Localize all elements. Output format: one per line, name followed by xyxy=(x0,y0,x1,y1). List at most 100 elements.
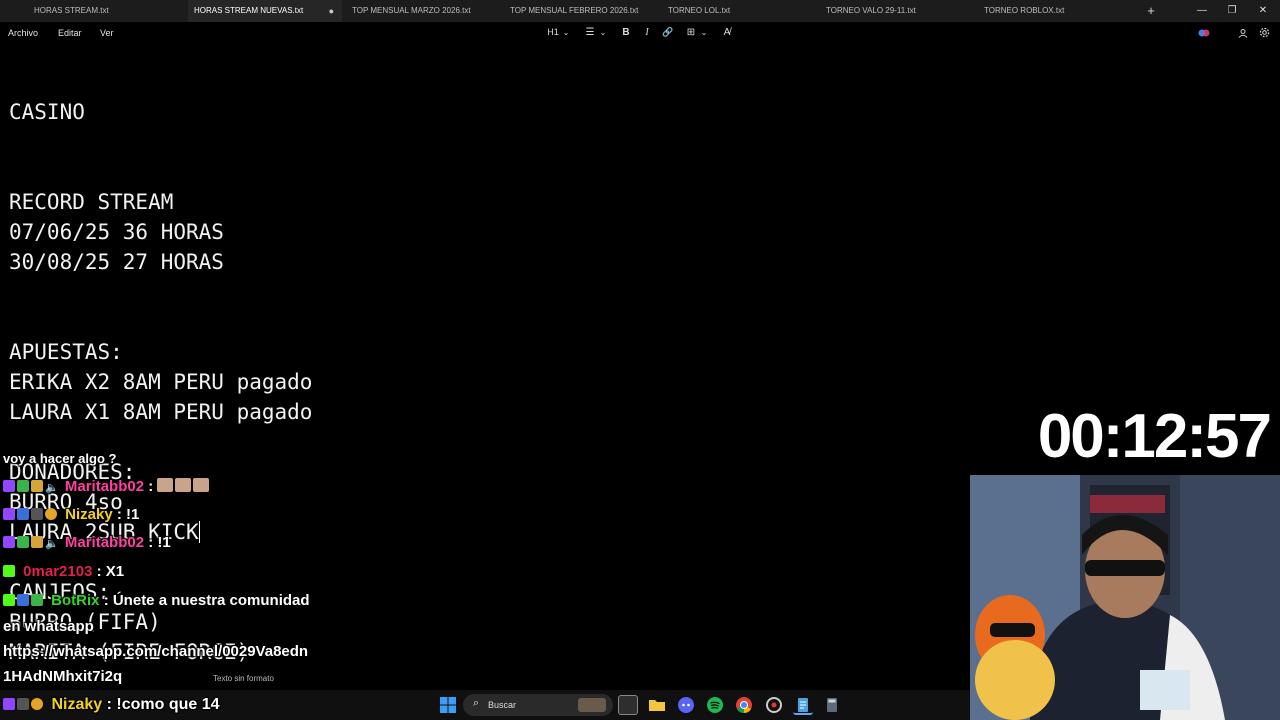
chat-text: : !1 xyxy=(116,506,140,523)
mute-icon: 🔈 xyxy=(45,538,59,550)
emote-icon xyxy=(193,478,210,492)
chat-text: : X1 xyxy=(96,563,125,580)
chat-username[interactable]: Nizaky xyxy=(65,506,113,523)
emote-icon xyxy=(175,478,192,492)
chat-message-continuation[interactable]: https://whatsapp.com/channel/0029Va8edn xyxy=(3,643,308,660)
chevron-down-icon[interactable]: ⌄ xyxy=(699,22,709,44)
heading-button[interactable]: H1 xyxy=(545,22,561,44)
chat-username[interactable]: BotRix xyxy=(51,592,99,609)
heart-badge-icon xyxy=(31,508,43,520)
clear-format-icon[interactable]: A̸ xyxy=(720,22,734,44)
tab-label: TORNEO LOL.txt xyxy=(668,6,731,15)
tab-label: TORNEO ROBLOX.txt xyxy=(984,6,1065,15)
editor-line: ERIKA X2 8AM PERU pagado xyxy=(9,370,313,394)
chat-username[interactable]: Maritabb02 xyxy=(65,478,144,495)
bold-button[interactable]: B xyxy=(619,22,633,44)
copilot-icon[interactable] xyxy=(1197,22,1211,44)
twitch-badge-icon xyxy=(3,480,15,492)
tab-top-mensual-marzo[interactable]: TOP MENSUAL MARZO 2026.txt xyxy=(346,0,502,22)
chat-message: 🔈 Maritabb02 : xyxy=(3,478,211,495)
chat-text: : !como que 14 xyxy=(106,696,220,713)
italic-button[interactable]: I xyxy=(640,22,654,44)
task-view-icon[interactable] xyxy=(618,695,638,715)
maximize-button[interactable]: ❐ xyxy=(1217,0,1247,22)
prime-badge-icon xyxy=(17,508,29,520)
stream-timer: 00:12:57 xyxy=(1012,400,1280,474)
windows-start-icon[interactable] xyxy=(438,695,458,715)
minimize-button[interactable]: — xyxy=(1187,0,1217,22)
editor-line: 30/08/25 27 HORAS xyxy=(9,250,224,274)
list-icon[interactable]: ☰ xyxy=(583,22,597,44)
menu-archivo[interactable]: Archivo xyxy=(8,22,38,44)
menu-editar[interactable]: Editar xyxy=(58,22,82,44)
chat-text: : xyxy=(148,478,154,495)
app-icon[interactable] xyxy=(764,695,784,715)
table-icon[interactable]: ⊞ xyxy=(684,22,698,44)
tab-label: TORNEO VALO 29-11.txt xyxy=(826,6,916,15)
verified-badge-icon xyxy=(31,594,43,606)
notepad-icon[interactable] xyxy=(793,695,813,715)
heart-badge-icon xyxy=(17,698,29,710)
chat-text: : Únete a nuestra comunidad xyxy=(103,592,310,609)
editor-line: RECORD STREAM xyxy=(9,190,174,214)
moderator-badge-icon xyxy=(17,480,29,492)
chat-username[interactable]: Maritabb02 xyxy=(65,534,144,551)
menu-bar: Archivo Editar Ver H1 ⌄ ☰ ⌄ B I 🔗 ⊞ ⌄ A̸ xyxy=(0,22,1280,44)
coin-badge-icon xyxy=(45,508,57,520)
kick-badge-icon xyxy=(3,594,15,606)
chat-username[interactable]: 0mar2103 xyxy=(23,563,92,580)
editor-line: 07/06/25 36 HORAS xyxy=(9,220,224,244)
search-highlight-image xyxy=(578,698,606,712)
webcam-feed xyxy=(970,475,1280,720)
chat-message: Nizaky : !1 xyxy=(3,506,139,523)
discord-icon[interactable] xyxy=(676,695,696,715)
emote-icon xyxy=(157,478,174,492)
tab-torneo-roblox[interactable]: TORNEO ROBLOX.txt xyxy=(978,0,1134,22)
chat-message: 🔈 Maritabb02 : !1 xyxy=(3,534,171,551)
chevron-down-icon[interactable]: ⌄ xyxy=(561,22,571,44)
editor-line: APUESTAS: xyxy=(9,340,123,364)
calculator-icon[interactable] xyxy=(822,695,842,715)
tab-horas-stream[interactable]: HORAS STREAM.txt xyxy=(28,0,188,22)
chat-message: Nizaky : !como que 14 xyxy=(3,696,220,714)
tab-top-mensual-febrero[interactable]: TOP MENSUAL FEBRERO 2026.txt xyxy=(504,0,660,22)
unsaved-dot-icon[interactable]: ● xyxy=(329,0,334,22)
moderator-badge-icon xyxy=(17,536,29,548)
folder-icon[interactable] xyxy=(647,695,667,715)
chat-text: voy a hacer algo ? xyxy=(3,451,117,466)
tab-label: TOP MENSUAL FEBRERO 2026.txt xyxy=(510,6,639,15)
link-icon[interactable]: 🔗 xyxy=(661,22,675,44)
twitch-badge-icon xyxy=(3,508,15,520)
search-icon: ⌕ xyxy=(473,697,480,709)
mute-icon: 🔈 xyxy=(45,482,59,494)
tab-torneo-lol[interactable]: TORNEO LOL.txt xyxy=(662,0,818,22)
tab-bar: HORAS STREAM.txt HORAS STREAM NUEVAS.txt… xyxy=(0,0,1280,22)
chat-text: : !1 xyxy=(148,534,171,551)
new-tab-button[interactable]: + xyxy=(1143,0,1159,22)
chrome-icon[interactable] xyxy=(734,695,754,715)
tab-torneo-valo[interactable]: TORNEO VALO 29-11.txt xyxy=(820,0,976,22)
sub-badge-icon xyxy=(31,536,43,548)
gear-icon[interactable] xyxy=(1257,22,1271,44)
twitch-badge-icon xyxy=(3,536,15,548)
coin-badge-icon xyxy=(31,698,43,710)
editor-line: CASINO xyxy=(9,100,85,124)
taskbar-search[interactable]: ⌕ Buscar xyxy=(463,694,613,716)
chat-message: 0mar2103 : X1 xyxy=(3,563,124,580)
kick-badge-icon xyxy=(3,565,15,577)
menu-ver[interactable]: Ver xyxy=(100,22,114,44)
chevron-down-icon[interactable]: ⌄ xyxy=(598,22,608,44)
chat-message: voy a hacer algo ? xyxy=(3,451,116,466)
search-placeholder: Buscar xyxy=(488,700,517,710)
tab-label: HORAS STREAM.txt xyxy=(34,6,109,15)
chat-message-continuation: 1HAdNMhxit7i2q xyxy=(3,668,123,685)
account-icon[interactable] xyxy=(1236,22,1250,44)
close-button[interactable]: ✕ xyxy=(1248,0,1278,22)
twitch-badge-icon xyxy=(3,698,15,710)
spotify-icon[interactable] xyxy=(705,695,725,715)
editor-line: LAURA X1 8AM PERU pagado xyxy=(9,400,313,424)
chat-message-continuation: en whatsapp xyxy=(3,618,94,635)
tab-label: TOP MENSUAL MARZO 2026.txt xyxy=(352,6,471,15)
chat-username[interactable]: Nizaky xyxy=(51,696,102,713)
tab-horas-stream-nuevas[interactable]: HORAS STREAM NUEVAS.txt ● xyxy=(188,0,342,22)
